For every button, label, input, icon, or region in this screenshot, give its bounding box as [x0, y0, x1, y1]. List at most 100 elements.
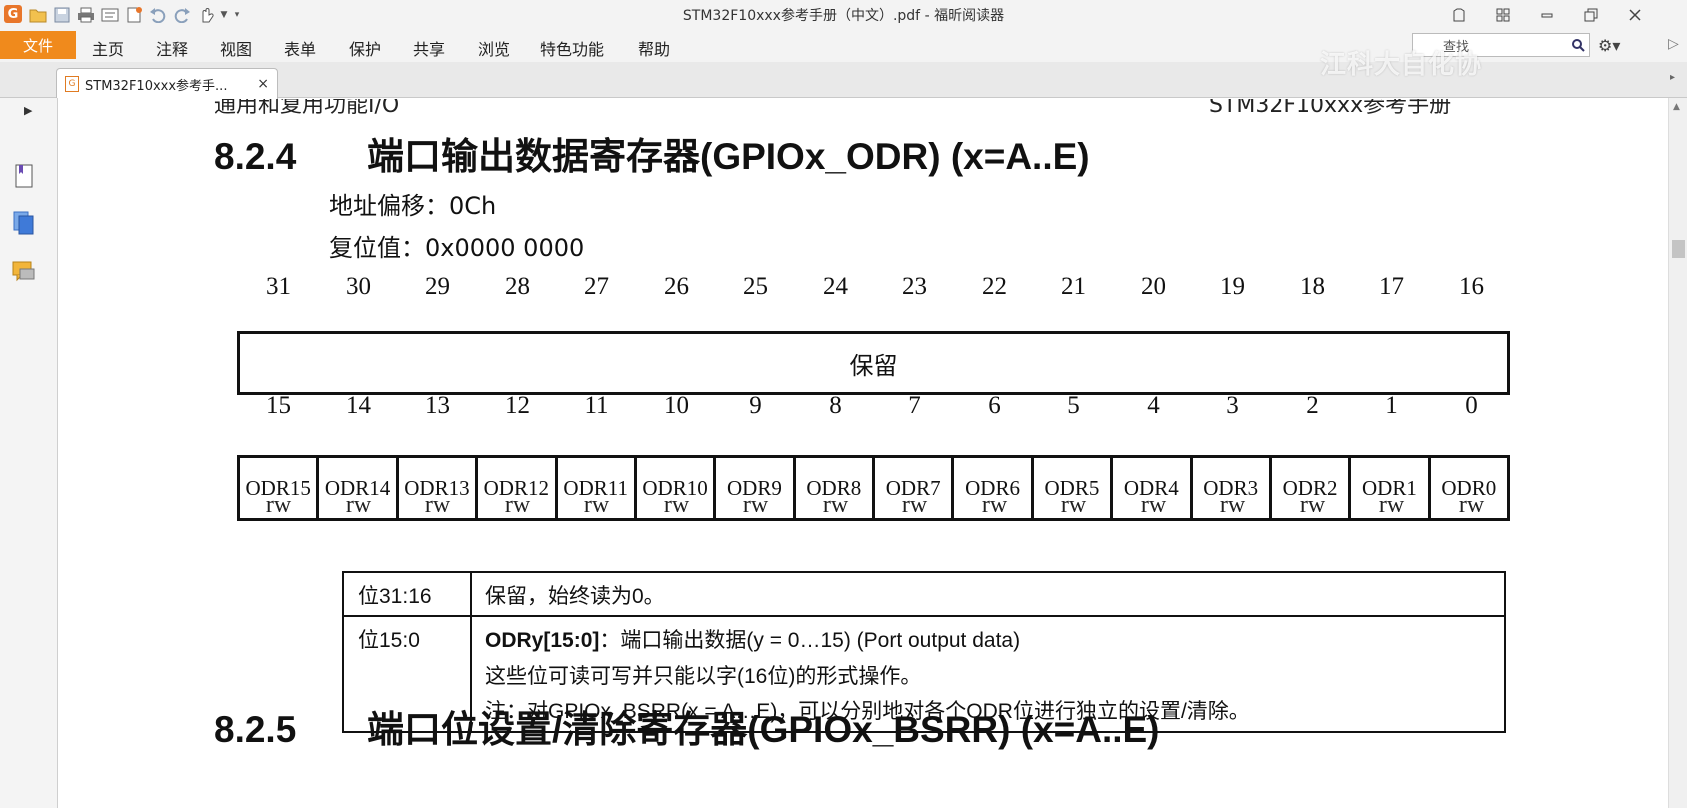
tab-close-icon[interactable]: × — [257, 76, 269, 92]
vertical-scrollbar[interactable]: ▲ — [1668, 98, 1687, 808]
close-icon[interactable] — [1613, 0, 1657, 30]
bookmarks-icon[interactable] — [10, 162, 38, 190]
access-type: rw — [265, 492, 292, 518]
skin-icon[interactable] — [1437, 0, 1481, 30]
menu-item-share[interactable]: 共享 — [413, 36, 445, 60]
bit-number: 1 — [1385, 392, 1398, 419]
tab-label: STM32F10xxx参考手... — [85, 78, 228, 94]
access-type: rw — [901, 492, 928, 518]
bit-number: 19 — [1220, 273, 1245, 300]
menu-item-home[interactable]: 主页 — [92, 36, 124, 60]
menu-item-protect[interactable]: 保护 — [349, 36, 381, 60]
video-watermark: 江科大自化协 — [1320, 50, 1483, 80]
bit-number: 21 — [1061, 273, 1086, 300]
access-type: rw — [1299, 492, 1326, 518]
bit-number: 29 — [425, 273, 450, 300]
bit-number: 22 — [982, 273, 1007, 300]
access-type: rw — [663, 492, 690, 518]
access-type: rw — [1060, 492, 1087, 518]
access-type: rw — [424, 492, 451, 518]
foxit-reader-window: G ▼ ▾ STM32F10xxx参考手册（中文）.pdf - 福昕阅读器 文件… — [0, 0, 1687, 808]
access-type: rw — [1378, 492, 1405, 518]
layout-grid-icon[interactable] — [1481, 0, 1525, 30]
reset-value: 复位值：0x0000 0000 — [329, 234, 585, 262]
restore-icon[interactable] — [1569, 0, 1613, 30]
menu-item-features[interactable]: 特色功能 — [540, 36, 604, 60]
expand-panel-icon[interactable]: ▶ — [24, 104, 32, 117]
page-thumbnails-icon[interactable] — [10, 208, 38, 236]
running-header-left: 通用和复用功能I/O — [214, 99, 400, 118]
bit-number: 13 — [425, 392, 450, 419]
scrollbar-thumb[interactable] — [1672, 240, 1685, 258]
bit-number: 18 — [1300, 273, 1325, 300]
minimize-icon[interactable] — [1525, 0, 1569, 30]
access-type: rw — [1219, 492, 1246, 518]
file-menu-button[interactable]: 文件 — [0, 31, 76, 59]
bit-number: 31 — [266, 273, 291, 300]
pdf-file-icon: G — [65, 76, 79, 92]
title-bar: G ▼ ▾ STM32F10xxx参考手册（中文）.pdf - 福昕阅读器 — [0, 0, 1687, 30]
scroll-up-icon[interactable]: ▲ — [1673, 102, 1680, 112]
bit-number: 4 — [1147, 392, 1160, 419]
bit-number: 5 — [1067, 392, 1080, 419]
bit-number: 14 — [346, 392, 371, 419]
address-offset: 地址偏移：0Ch — [329, 192, 497, 220]
bit-number: 3 — [1226, 392, 1239, 419]
section-title: 端口输出数据寄存器(GPIOx_ODR) (x=A..E) — [367, 136, 1090, 177]
field-name: ODRy[15:0] — [485, 629, 600, 652]
access-type: rw — [742, 492, 769, 518]
bit-number: 17 — [1379, 273, 1404, 300]
bit-number: 8 — [829, 392, 842, 419]
bit-number: 6 — [988, 392, 1001, 419]
access-type: rw — [822, 492, 849, 518]
menu-item-help[interactable]: 帮助 — [638, 36, 670, 60]
bit-number: 23 — [902, 273, 927, 300]
access-type: rw — [345, 492, 372, 518]
access-type: rw — [583, 492, 610, 518]
table-row: 位31:16 保留，始终读为0。 — [344, 573, 1504, 617]
section-heading-8-2-5: 8.2.5 端口位设置/清除寄存器(GPIOx_BSRR) (x=A..E) — [214, 699, 1160, 753]
window-controls — [1437, 0, 1657, 30]
bit-number: 20 — [1141, 273, 1166, 300]
window-title: STM32F10xxx参考手册（中文）.pdf - 福昕阅读器 — [682, 8, 1005, 24]
bit-range: 位31:16 — [344, 573, 472, 615]
menu-item-browse[interactable]: 浏览 — [478, 36, 510, 60]
bit-number: 2 — [1306, 392, 1319, 419]
bit-number: 25 — [743, 273, 768, 300]
bit-number: 16 — [1459, 273, 1484, 300]
bit-number: 12 — [505, 392, 530, 419]
bit-number: 28 — [505, 273, 530, 300]
tab-stm32-manual[interactable]: G STM32F10xxx参考手... × — [56, 68, 278, 99]
section-title: 端口位设置/清除寄存器(GPIOx_BSRR) (x=A..E) — [367, 709, 1160, 750]
bit-description: 保留，始终读为0。 — [485, 585, 665, 608]
bit-number: 27 — [584, 273, 609, 300]
settings-gear-icon[interactable]: ⚙▾ — [1598, 36, 1620, 55]
section-number: 8.2.5 — [214, 709, 297, 750]
navigation-panel: ▶ — [0, 98, 58, 808]
menu-item-form[interactable]: 表单 — [284, 36, 316, 60]
menu-item-comment[interactable]: 注释 — [156, 36, 188, 60]
comments-icon[interactable] — [10, 258, 38, 286]
access-type: rw — [1458, 492, 1485, 518]
bit-number: 15 — [266, 392, 291, 419]
search-icon[interactable] — [1567, 38, 1589, 52]
access-type: rw — [1140, 492, 1167, 518]
bit-number: 26 — [664, 273, 689, 300]
access-type: rw — [981, 492, 1008, 518]
field-description-line2: 这些位可读可写并只能以字(16位)的形式操作。 — [485, 665, 922, 688]
bit-number: 30 — [346, 273, 371, 300]
section-number: 8.2.4 — [214, 136, 297, 177]
pdf-page-view: 通用和复用功能I/O STM32F10xxx参考手册 8.2.4 端口输出数据寄存… — [59, 99, 1668, 808]
section-heading-8-2-4: 8.2.4 端口输出数据寄存器(GPIOx_ODR) (x=A..E) — [214, 126, 1090, 180]
bit-number: 7 — [908, 392, 921, 419]
menu-item-view[interactable]: 视图 — [220, 36, 252, 60]
bit-number: 24 — [823, 273, 848, 300]
bit-number: 10 — [664, 392, 689, 419]
bit-number: 11 — [584, 392, 609, 419]
bit-number: 9 — [749, 392, 762, 419]
scroll-right-icon[interactable]: ▸ — [1670, 72, 1675, 83]
bit-number: 0 — [1465, 392, 1478, 419]
running-header-right: STM32F10xxx参考手册 — [1209, 99, 1452, 118]
ribbon-collapse-icon[interactable]: ▷ — [1668, 36, 1679, 52]
access-type: rw — [504, 492, 531, 518]
